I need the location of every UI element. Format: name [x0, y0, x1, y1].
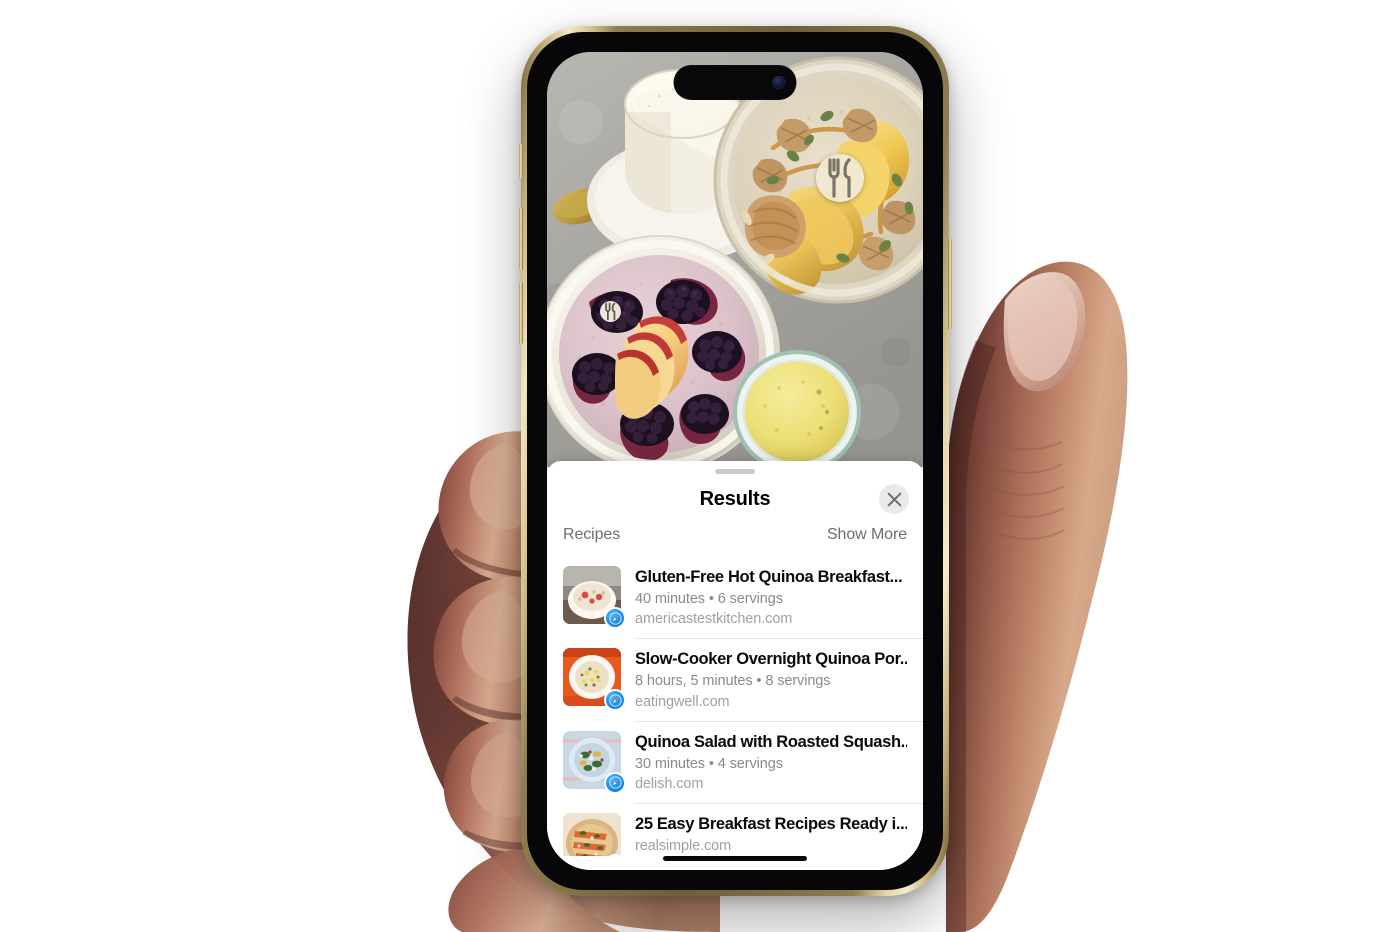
list-item[interactable]: 25 Easy Breakfast Recipes Ready i... rea… — [563, 803, 923, 856]
visual-lookup-badge-food-secondary[interactable] — [600, 301, 621, 322]
thumbnail-wrap — [563, 648, 626, 712]
result-domain: eatingwell.com — [635, 693, 730, 710]
home-indicator[interactable] — [663, 856, 807, 861]
volume-down-button[interactable] — [518, 282, 523, 344]
food-photo[interactable] — [547, 52, 923, 467]
result-title: Gluten-Free Hot Quinoa Breakfast... — [635, 568, 903, 586]
power-button[interactable] — [947, 238, 952, 330]
thumbnail-wrap — [563, 730, 626, 794]
results-sheet: Results Recipes Show More Gluten-Free Ho… — [547, 461, 923, 870]
front-camera-icon — [772, 76, 786, 89]
safari-icon — [604, 689, 626, 712]
phone-screen: Results Recipes Show More Gluten-Free Ho… — [547, 52, 923, 870]
sheet-header: Results — [547, 474, 923, 524]
result-text: Slow-Cooker Overnight Quinoa Por... 8 ho… — [635, 648, 907, 710]
fork-knife-icon — [828, 158, 851, 198]
thumbnail-wrap — [563, 813, 626, 856]
result-domain: americastestkitchen.com — [635, 611, 793, 628]
result-meta: 8 hours, 5 minutes • 8 servings — [635, 673, 831, 690]
visual-lookup-badge-food[interactable] — [816, 154, 864, 202]
recipes-section-header: Recipes Show More — [547, 524, 923, 556]
action-button[interactable] — [518, 144, 523, 178]
dynamic-island — [673, 65, 797, 100]
result-title: Slow-Cooker Overnight Quinoa Por... — [635, 650, 907, 669]
result-text: Gluten-Free Hot Quinoa Breakfast... 40 m… — [635, 566, 907, 628]
list-item[interactable]: Slow-Cooker Overnight Quinoa Por... 8 ho… — [563, 638, 923, 720]
screenshot-canvas: Results Recipes Show More Gluten-Free Ho… — [0, 0, 1400, 932]
list-item[interactable]: Gluten-Free Hot Quinoa Breakfast... 40 m… — [563, 556, 923, 638]
show-more-button[interactable]: Show More — [827, 526, 907, 544]
close-button[interactable] — [879, 484, 909, 514]
fork-knife-icon — [605, 302, 616, 321]
result-meta: 40 minutes • 6 servings — [635, 591, 783, 608]
result-meta: 30 minutes • 4 servings — [635, 755, 783, 772]
safari-icon — [604, 771, 626, 794]
section-title: Recipes — [563, 526, 621, 543]
result-text: 25 Easy Breakfast Recipes Ready i... rea… — [635, 813, 907, 856]
thumbnail-wrap — [563, 566, 626, 629]
iphone-device: Results Recipes Show More Gluten-Free Ho… — [518, 26, 952, 896]
result-text: Quinoa Salad with Roasted Squash... 30 m… — [635, 731, 907, 793]
close-icon — [887, 492, 901, 506]
result-title: Quinoa Salad with Roasted Squash... — [635, 732, 907, 751]
result-domain: delish.com — [635, 775, 704, 792]
results-list: Gluten-Free Hot Quinoa Breakfast... 40 m… — [547, 556, 923, 856]
list-item[interactable]: Quinoa Salad with Roasted Squash... 30 m… — [563, 720, 923, 803]
safari-icon — [604, 607, 626, 629]
sheet-title: Results — [699, 487, 771, 510]
result-title: 25 Easy Breakfast Recipes Ready i... — [635, 815, 907, 834]
volume-up-button[interactable] — [518, 208, 523, 270]
recipe-thumbnail — [563, 813, 621, 856]
phone-bezel: Results Recipes Show More Gluten-Free Ho… — [527, 32, 943, 890]
result-domain: realsimple.com — [635, 838, 732, 855]
